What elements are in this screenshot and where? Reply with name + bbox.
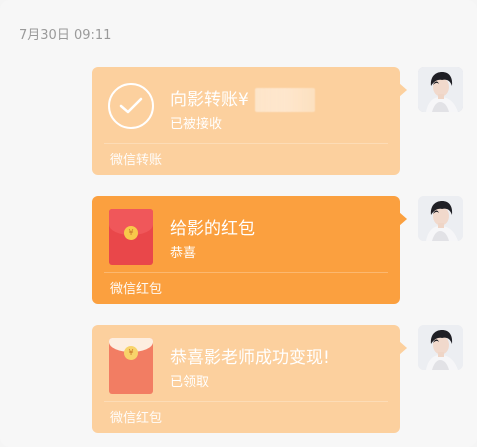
red-packet-message-card[interactable]: ¥ 给影的红包 恭喜 微信红包	[92, 196, 407, 304]
transfer-status: 已被接收	[170, 117, 223, 132]
card-divider	[104, 401, 388, 402]
transfer-footer-label: 微信转账	[110, 153, 163, 168]
hidden-amount	[254, 88, 315, 112]
user-avatar[interactable]	[418, 67, 463, 112]
received-footer-label: 微信红包	[110, 411, 163, 426]
chat-panel: 7月30日 09:11 向影转账¥ 已被接收 微信转账 ¥ 给影的红包 恭喜 微…	[0, 0, 477, 447]
red-envelope-icon: ¥	[109, 209, 153, 265]
check-circle-icon	[108, 83, 154, 129]
transfer-message-card[interactable]: 向影转账¥ 已被接收 微信转账	[92, 67, 407, 175]
yuan-coin-icon: ¥	[124, 346, 138, 360]
bubble-tail	[399, 341, 407, 355]
card-divider	[104, 272, 388, 273]
received-status: 已领取	[170, 375, 210, 390]
user-avatar[interactable]	[418, 325, 463, 370]
opened-red-envelope-icon: ¥	[109, 338, 153, 394]
transfer-title: 向影转账¥	[170, 85, 315, 112]
card-divider	[104, 143, 388, 144]
red-packet-footer-label: 微信红包	[110, 282, 163, 297]
received-red-packet-title: 恭喜影老师成功变现!	[170, 348, 330, 368]
red-packet-greeting: 恭喜	[170, 246, 197, 261]
bubble-tail	[399, 212, 407, 226]
message-timestamp: 7月30日 09:11	[19, 28, 112, 43]
received-red-packet-message-card[interactable]: ¥ 恭喜影老师成功变现! 已领取 微信红包	[92, 325, 407, 433]
yuan-coin-icon: ¥	[124, 226, 138, 240]
red-packet-title: 给影的红包	[170, 219, 255, 239]
bubble-tail	[399, 83, 407, 97]
user-avatar[interactable]	[418, 196, 463, 241]
